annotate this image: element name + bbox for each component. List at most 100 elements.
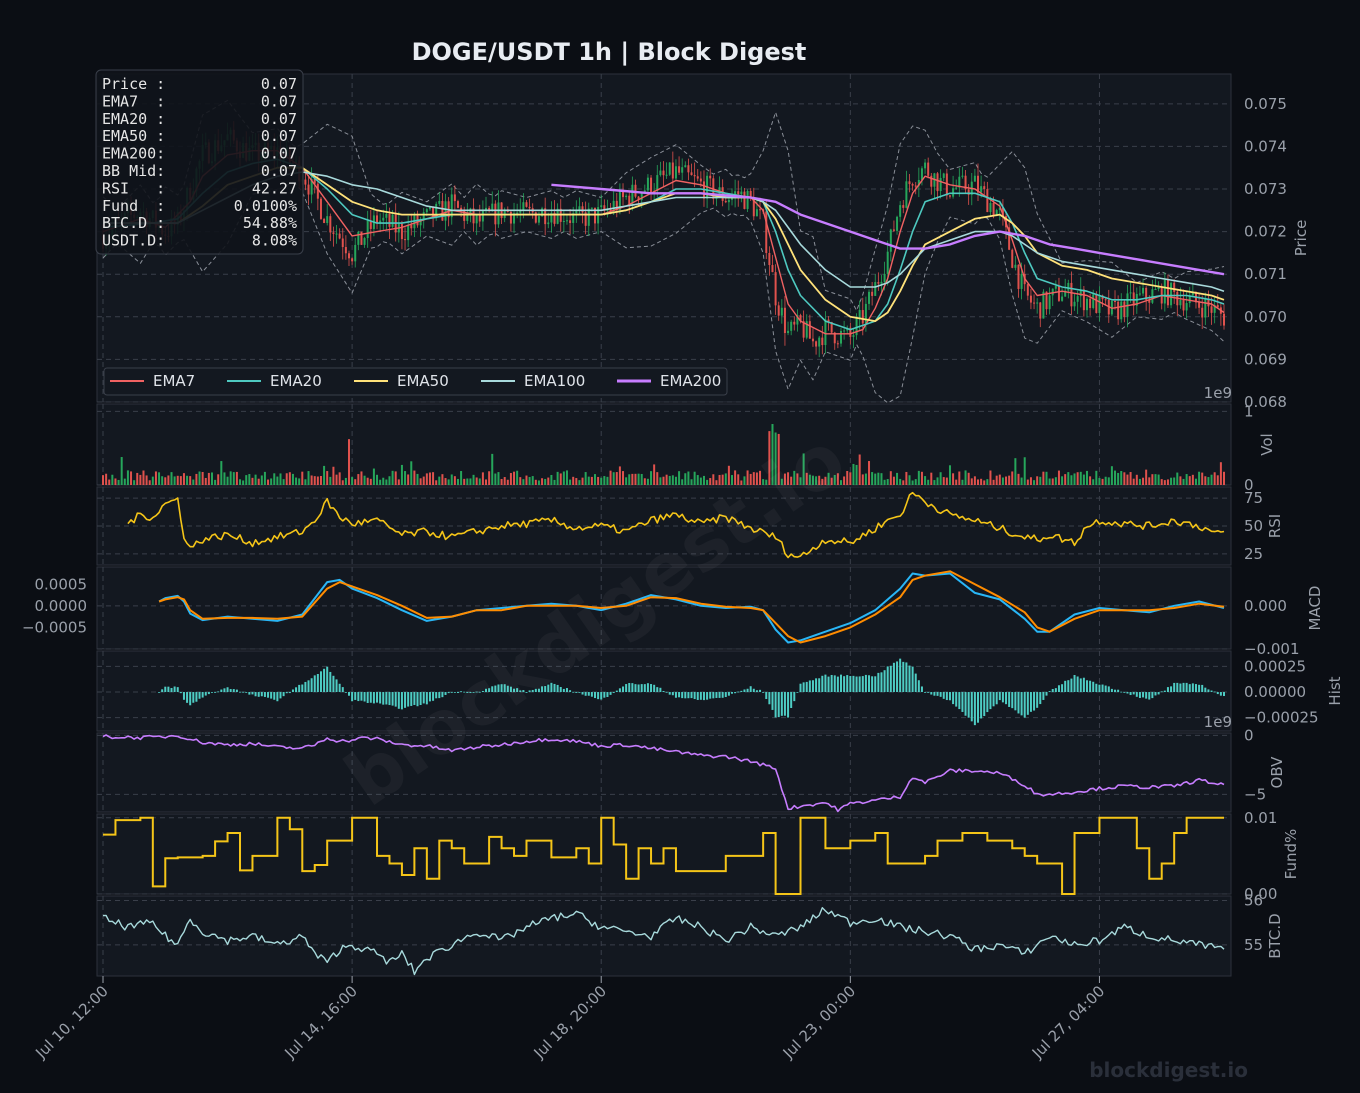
volume-bar xyxy=(706,479,709,485)
histogram-bar xyxy=(1126,692,1129,694)
y-tick-label: 0.070 xyxy=(1244,308,1287,326)
volume-bar xyxy=(908,475,911,485)
candle-body xyxy=(808,321,811,339)
candle-body xyxy=(839,330,842,344)
y-axis-label: MACD xyxy=(1306,586,1324,631)
histogram-bar xyxy=(715,692,718,698)
y-tick-label: 0.074 xyxy=(1244,137,1287,155)
histogram-bar xyxy=(1204,687,1207,693)
info-label: Price : xyxy=(102,75,165,93)
candle-body xyxy=(759,209,762,211)
y-axis-label: BTC.D xyxy=(1266,913,1284,958)
histogram-bar xyxy=(805,681,808,693)
candle-body xyxy=(684,165,687,168)
y-tick-label: −0.00025 xyxy=(1244,709,1319,727)
volume-bar xyxy=(1179,476,1182,485)
candle-body xyxy=(942,173,945,178)
candle-body xyxy=(1198,302,1201,308)
volume-bar xyxy=(108,479,111,485)
volume-bar xyxy=(372,468,375,485)
histogram-bar xyxy=(210,692,213,693)
histogram-bar xyxy=(787,692,790,718)
histogram-bar xyxy=(1173,682,1176,693)
candle-body xyxy=(581,206,584,213)
candle-body xyxy=(980,186,983,193)
volume-bar xyxy=(883,479,886,485)
volume-bar xyxy=(400,464,403,485)
histogram-bar xyxy=(702,692,705,701)
panel-frame xyxy=(96,895,1232,977)
volume-bar xyxy=(578,480,581,485)
histogram-bar xyxy=(622,686,625,693)
panel-funding: 0.000.01Fund% xyxy=(96,809,1300,903)
histogram-bar xyxy=(1210,690,1213,693)
candle-body xyxy=(911,184,914,186)
histogram-bar xyxy=(1085,680,1088,693)
volume-bar xyxy=(217,474,220,485)
volume-bar xyxy=(1194,478,1197,485)
histogram-bar xyxy=(376,692,379,703)
volume-bar xyxy=(1191,474,1194,485)
histogram-bar xyxy=(643,684,646,693)
histogram-bar xyxy=(998,692,1001,701)
volume-bar xyxy=(1098,477,1101,485)
histogram-bar xyxy=(774,692,777,718)
volume-bar xyxy=(148,480,151,485)
volume-bar xyxy=(674,476,677,485)
volume-bar xyxy=(425,473,428,485)
histogram-bar xyxy=(1170,686,1173,693)
candle-body xyxy=(326,216,329,223)
volume-bar xyxy=(861,474,864,485)
y-tick-label-left: −0.0005 xyxy=(22,618,87,636)
volume-bar xyxy=(1001,477,1004,485)
volume-bar xyxy=(114,478,117,485)
volume-bar xyxy=(936,477,939,485)
volume-bar xyxy=(1110,466,1113,485)
volume-bar xyxy=(519,477,522,485)
volume-bar xyxy=(254,474,257,485)
volume-bar xyxy=(1076,472,1079,485)
volume-bar xyxy=(977,479,980,485)
volume-bar xyxy=(413,470,416,485)
volume-bar xyxy=(1048,478,1051,485)
candle-body xyxy=(693,175,696,177)
histogram-bar xyxy=(799,683,802,693)
volume-bar xyxy=(1185,474,1188,485)
panel-volume: 01Vol xyxy=(96,402,1276,494)
volume-bar xyxy=(500,478,503,485)
histogram-bar xyxy=(973,692,976,726)
histogram-bar xyxy=(1157,692,1160,695)
histogram-bar xyxy=(868,675,871,693)
histogram-bar xyxy=(628,683,631,693)
histogram-bar xyxy=(1163,690,1166,693)
histogram-bar xyxy=(590,692,593,697)
volume-bar xyxy=(450,474,453,485)
histogram-bar xyxy=(394,692,397,707)
volume-bar xyxy=(668,475,671,485)
candle-body xyxy=(453,194,456,202)
volume-bar xyxy=(1008,475,1011,485)
histogram-bar xyxy=(164,686,167,693)
candle-body xyxy=(525,202,528,207)
volume-bar xyxy=(587,476,590,485)
info-label: BTC.D : xyxy=(102,214,165,232)
volume-bar xyxy=(618,466,621,485)
y-tick-label: 0.01 xyxy=(1244,809,1277,827)
volume-bar xyxy=(992,479,995,485)
candle-body xyxy=(780,307,783,316)
volume-bar xyxy=(581,477,584,485)
histogram-bar xyxy=(1064,680,1067,693)
volume-bar xyxy=(323,465,326,485)
volume-bar xyxy=(475,477,478,485)
y-axis-label: Vol xyxy=(1258,433,1276,455)
volume-bar xyxy=(964,470,967,485)
volume-bar xyxy=(366,477,369,485)
candle-body xyxy=(883,273,886,282)
histogram-bar xyxy=(833,675,836,693)
volume-bar xyxy=(877,472,880,485)
volume-bar xyxy=(123,478,126,485)
volume-bar xyxy=(531,476,534,485)
histogram-bar xyxy=(768,692,771,705)
candle-body xyxy=(783,307,786,334)
histogram-bar xyxy=(379,692,382,704)
